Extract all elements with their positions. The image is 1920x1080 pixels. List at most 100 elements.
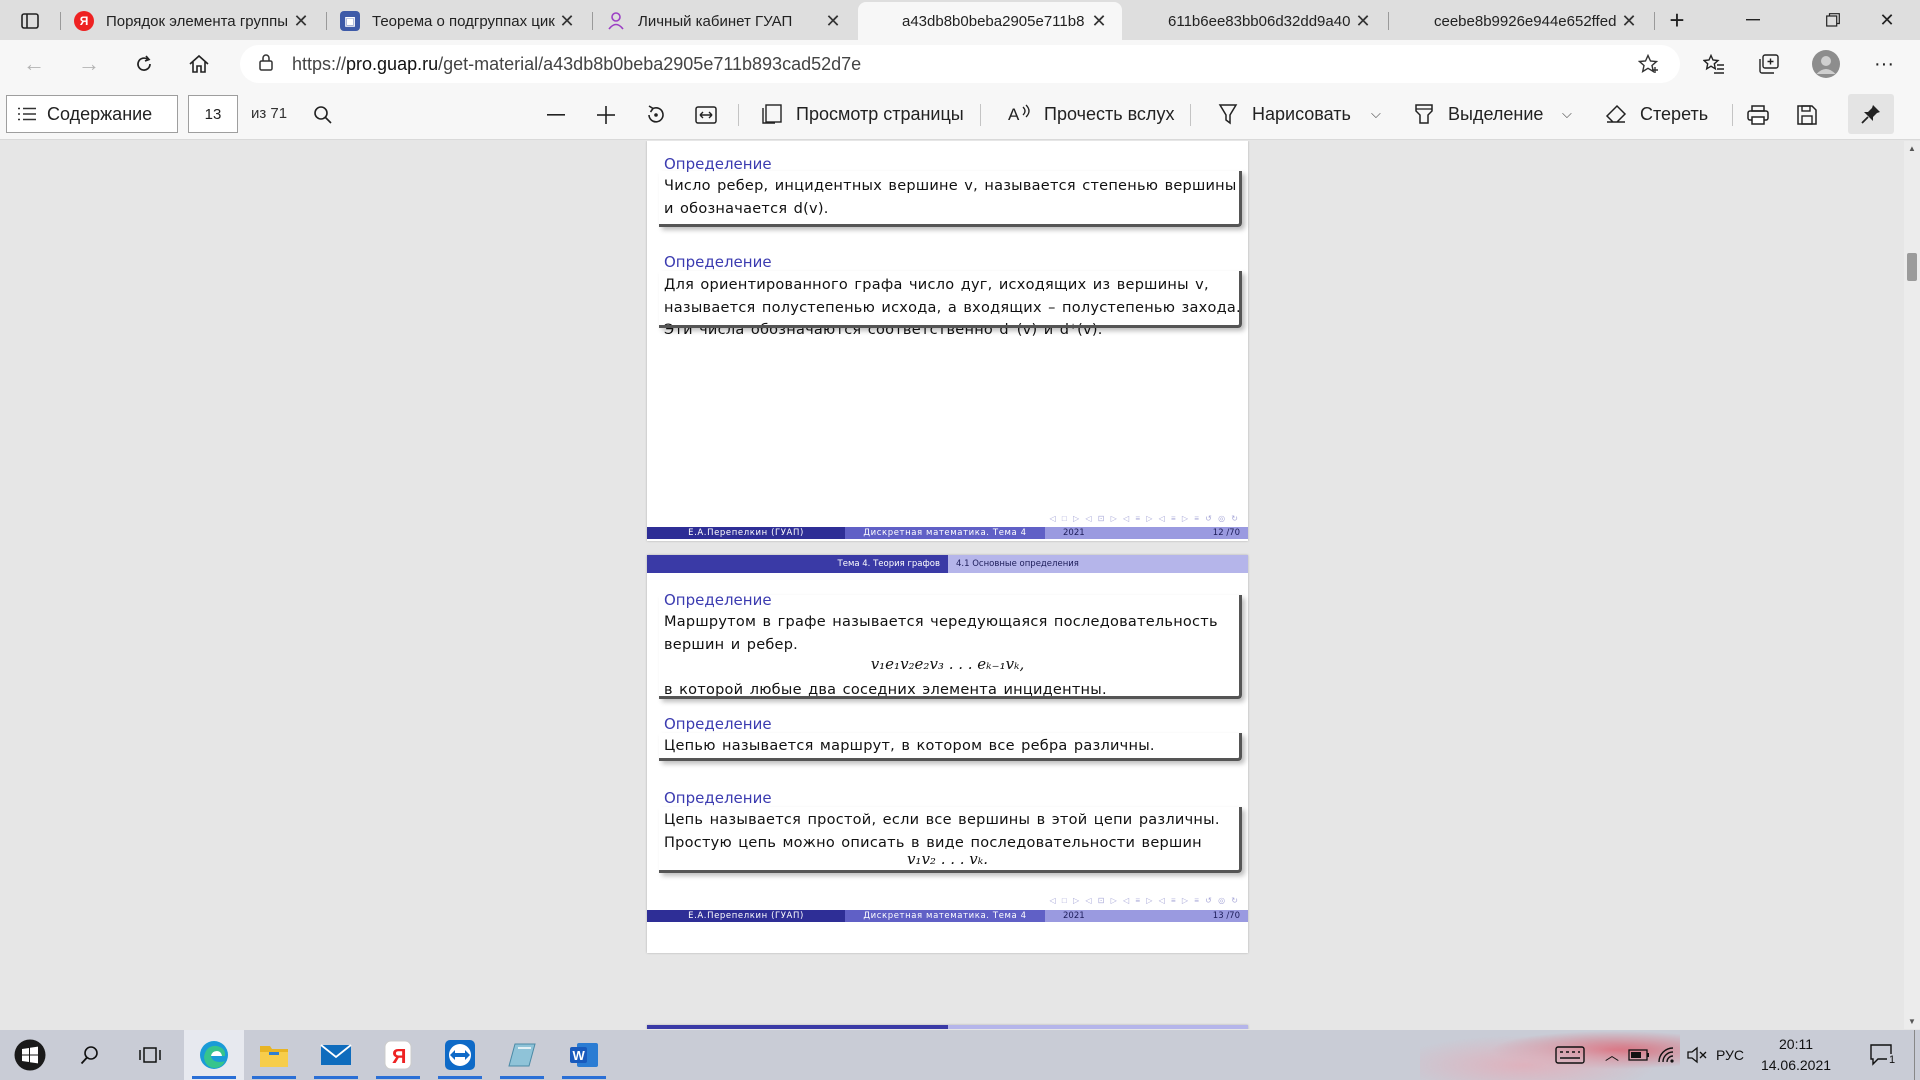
tab-4-active[interactable]: a43db8b0beba2905e711b8 ✕: [858, 2, 1122, 40]
url-text: https://pro.guap.ru/get-material/a43db8b…: [292, 54, 861, 75]
draw-options-chevron-down-icon[interactable]: ⌵: [1371, 106, 1381, 122]
task-view-button[interactable]: [120, 1030, 180, 1080]
new-tab-button[interactable]: +: [1642, 0, 1712, 40]
app-icon: [508, 1043, 536, 1067]
close-tab-icon[interactable]: ✕: [822, 10, 844, 32]
beamer-navigation-icons[interactable]: ◁ □ ▷ ◁ ⊡ ▷ ◁ ≡ ▷ ◁ ≡ ▷ ≡ ↺ ◎ ↻: [1050, 896, 1240, 905]
footer-right: 2021 13 /70: [1045, 910, 1248, 922]
profile-button[interactable]: [1808, 46, 1844, 82]
tab-5[interactable]: 611b6ee83bb06d32dd9a40 ✕: [1124, 2, 1386, 40]
volume-muted-icon[interactable]: [1684, 1030, 1710, 1080]
lock-icon[interactable]: [248, 53, 284, 76]
tab-separator: [1388, 12, 1389, 30]
wifi-icon[interactable]: [1654, 1030, 1682, 1080]
read-aloud-label: Прочесть вслух: [1044, 103, 1175, 124]
erase-button[interactable]: Стереть: [1604, 95, 1708, 133]
add-favorite-icon[interactable]: [1637, 53, 1660, 79]
highlight-options-chevron-down-icon[interactable]: ⌵: [1562, 106, 1572, 122]
close-tab-icon[interactable]: ✕: [290, 10, 312, 32]
scroll-down-icon[interactable]: ▼: [1908, 1017, 1916, 1026]
search-taskbar-button[interactable]: [60, 1030, 120, 1080]
draw-button[interactable]: Нарисовать: [1216, 95, 1351, 133]
tab-title: ceebe8b9926e944e652ffed: [1434, 12, 1617, 30]
search-icon: [314, 106, 332, 124]
page-view-button[interactable]: Просмотр страницы: [760, 95, 964, 133]
definition-title: Определение: [664, 715, 772, 733]
clock[interactable]: 20:11 14.06.2021: [1748, 1034, 1844, 1076]
save-button[interactable]: [1792, 100, 1822, 130]
touch-keyboard-button[interactable]: [1550, 1030, 1590, 1080]
print-button[interactable]: [1743, 100, 1773, 130]
close-tab-icon[interactable]: ✕: [1618, 10, 1640, 32]
tab-3[interactable]: Личный кабинет ГУАП ✕: [594, 2, 856, 40]
footer-author: Е.А.Перепелкин (ГУАП): [647, 910, 845, 922]
pin-icon: [1861, 105, 1880, 124]
scroll-thumb[interactable]: [1907, 253, 1917, 281]
beamer-navigation-icons[interactable]: ◁ □ ▷ ◁ ⊡ ▷ ◁ ≡ ▷ ◁ ≡ ▷ ≡ ↺ ◎ ↻: [1050, 514, 1240, 523]
input-language-indicator[interactable]: РУС: [1712, 1030, 1748, 1080]
taskbar-teamviewer[interactable]: [430, 1030, 490, 1080]
footer-right: 2021 12 /70: [1045, 527, 1248, 539]
contents-button[interactable]: Содержание: [6, 95, 178, 133]
slide-footer: Е.А.Перепелкин (ГУАП) Дискретная математ…: [647, 910, 1248, 922]
refresh-button[interactable]: [126, 46, 162, 82]
forward-button[interactable]: →: [71, 46, 107, 82]
tab-6[interactable]: ceebe8b9926e944e652ffed ✕: [1390, 2, 1652, 40]
close-tab-icon[interactable]: ✕: [1088, 10, 1110, 32]
pdf-viewer[interactable]: Определение Число ребер, инцидентных вер…: [0, 141, 1920, 1029]
close-tab-icon[interactable]: ✕: [556, 10, 578, 32]
taskbar-word[interactable]: W: [554, 1030, 614, 1080]
zoom-in-button[interactable]: [591, 100, 621, 130]
mail-icon: [320, 1044, 352, 1065]
scroll-up-icon[interactable]: ▲: [1908, 144, 1916, 153]
close-window-button[interactable]: ✕: [1852, 0, 1920, 40]
footer-course: Дискретная математика. Тема 4: [845, 527, 1045, 539]
arrow-right-icon: →: [78, 51, 100, 76]
footer-year: 2021: [1063, 911, 1085, 921]
address-bar: ← → https://pro.guap.ru/get-material/a43…: [0, 40, 1920, 88]
person-icon: [606, 11, 626, 31]
show-desktop-button[interactable]: [1914, 1030, 1920, 1080]
pdf-page-14: [647, 1025, 1248, 1029]
tab-actions-button[interactable]: [10, 6, 50, 36]
fit-width-button[interactable]: [691, 100, 721, 130]
page-number-input[interactable]: 13: [188, 95, 238, 133]
taskbar-explorer[interactable]: [244, 1030, 304, 1080]
read-aloud-button[interactable]: A Прочесть вслух: [1008, 95, 1174, 133]
collections-button[interactable]: [1751, 46, 1787, 82]
yandex-browser-icon: Я: [384, 1040, 412, 1070]
folder-icon: [260, 1046, 288, 1067]
taskbar-mail[interactable]: [306, 1030, 366, 1080]
action-center-button[interactable]: 1: [1862, 1030, 1902, 1080]
page-view-label: Просмотр страницы: [796, 103, 964, 124]
url-field[interactable]: https://pro.guap.ru/get-material/a43db8b…: [240, 45, 1680, 83]
minimize-button[interactable]: [1718, 0, 1788, 40]
erase-label: Стереть: [1640, 103, 1709, 124]
pen-icon: [1216, 103, 1240, 125]
show-hidden-icons-button[interactable]: ︿: [1600, 1030, 1624, 1080]
taskbar-edge[interactable]: [184, 1030, 244, 1080]
battery-icon[interactable]: [1626, 1030, 1652, 1080]
vertical-scrollbar[interactable]: ▲ ▼: [1904, 141, 1920, 1029]
refresh-icon: [137, 55, 151, 71]
close-tab-icon[interactable]: ✕: [1352, 10, 1374, 32]
print-icon: [1747, 105, 1769, 125]
search-button[interactable]: [308, 100, 338, 130]
taskbar-app[interactable]: [492, 1030, 552, 1080]
pin-toolbar-button[interactable]: [1848, 94, 1894, 134]
highlight-button[interactable]: Выделение: [1412, 95, 1543, 133]
tab-title: 611b6ee83bb06d32dd9a40: [1168, 12, 1351, 30]
home-button[interactable]: [181, 46, 217, 82]
tab-2[interactable]: ▣ Теорема о подгруппах цик ✕: [328, 2, 590, 40]
highlight-label: Выделение: [1448, 103, 1544, 124]
tab-1[interactable]: Я Порядок элемента группы ✕: [62, 2, 324, 40]
settings-menu-button[interactable]: ···: [1866, 46, 1902, 82]
rotate-button[interactable]: [641, 100, 671, 130]
favorites-button[interactable]: [1696, 46, 1732, 82]
zoom-out-button[interactable]: [541, 100, 571, 130]
back-button[interactable]: ←: [16, 46, 52, 82]
taskbar-yandex[interactable]: Я: [368, 1030, 428, 1080]
start-button[interactable]: [0, 1030, 60, 1080]
definition-title: Определение: [664, 253, 772, 271]
clock-date: 14.06.2021: [1760, 1057, 1832, 1073]
